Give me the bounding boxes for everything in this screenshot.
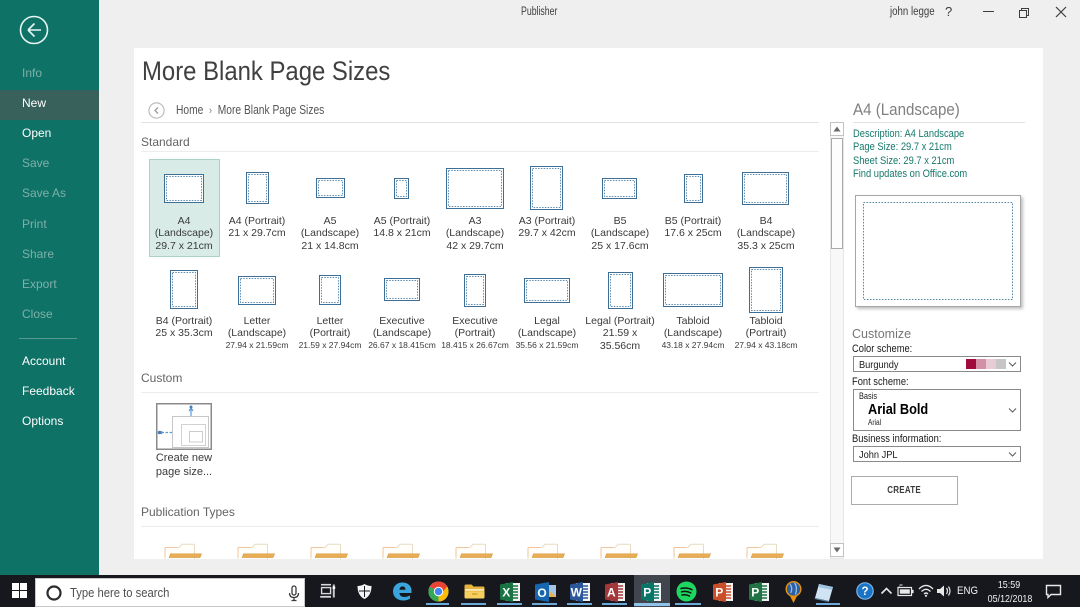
svg-text:?: ? xyxy=(861,586,868,598)
svg-text:A: A xyxy=(607,586,616,600)
svg-text:P: P xyxy=(751,586,759,600)
svg-text:X: X xyxy=(502,586,510,600)
svg-text:W: W xyxy=(571,586,583,600)
svg-text:P: P xyxy=(715,586,723,600)
svg-text:P: P xyxy=(643,586,651,600)
svg-text:O: O xyxy=(537,586,546,600)
